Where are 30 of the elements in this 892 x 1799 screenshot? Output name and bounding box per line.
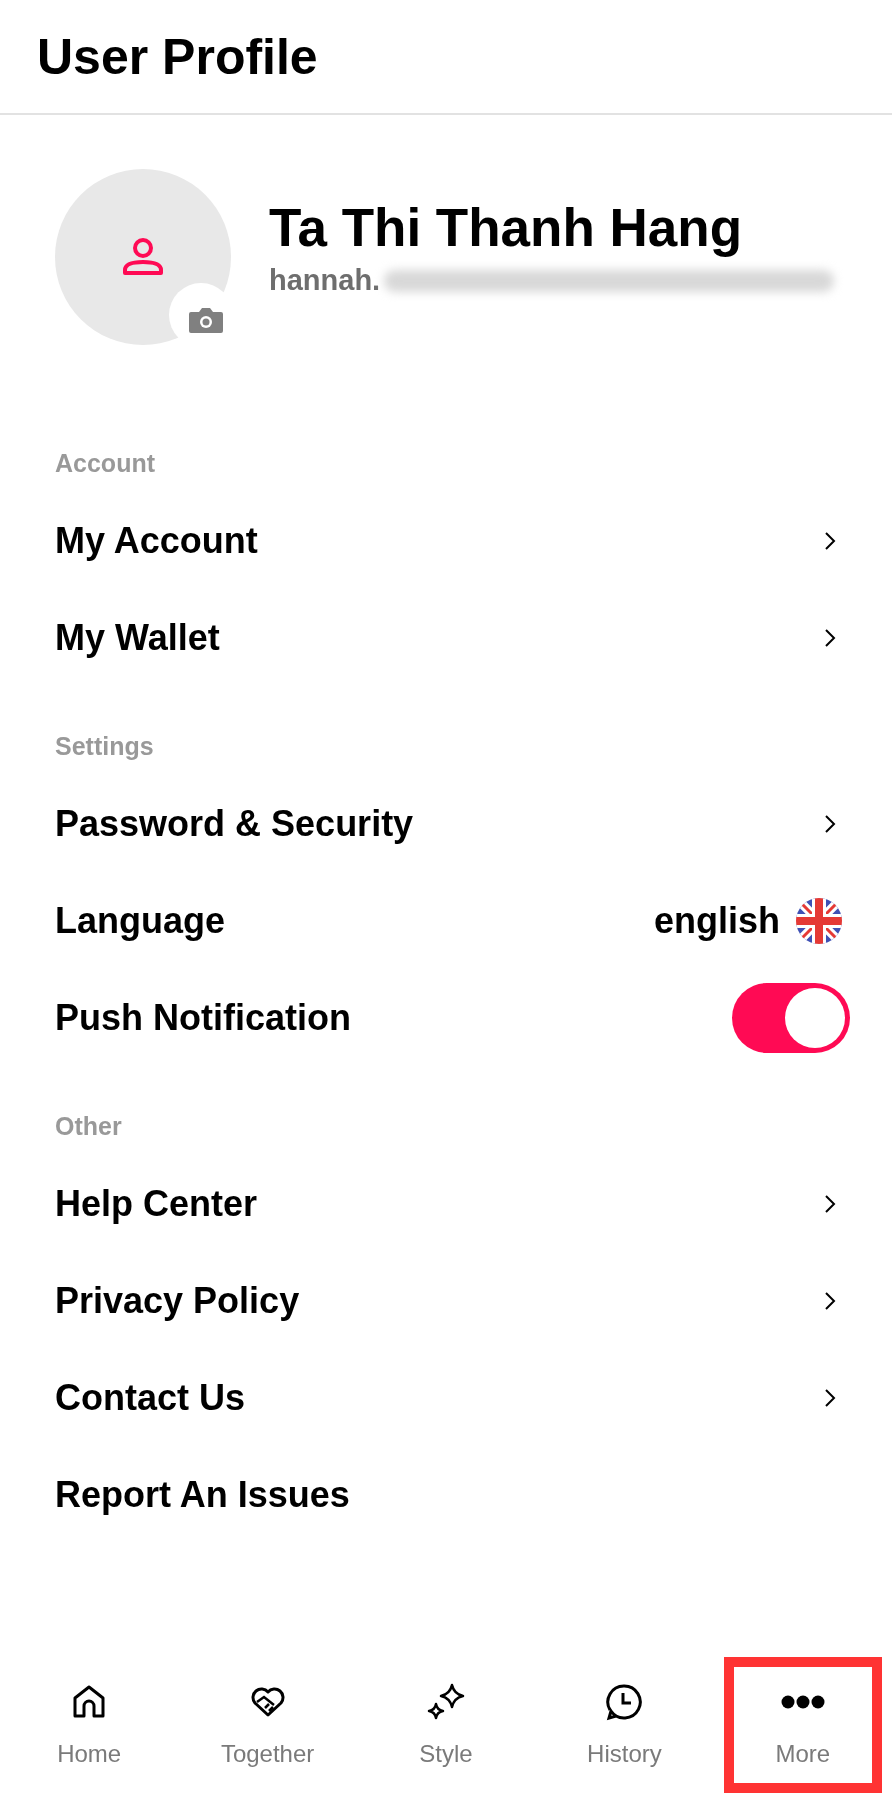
chevron-right-icon[interactable] (824, 1387, 836, 1408)
tab-item[interactable]: Style (366, 1657, 526, 1793)
menu-item[interactable]: Report An Issues (55, 1473, 350, 1516)
section-title: Settings (54, 732, 155, 761)
flag-icon (796, 897, 842, 944)
tab-item[interactable]: Together (188, 1657, 347, 1793)
menu-item[interactable]: My Wallet (55, 616, 220, 659)
tab-item[interactable]: History (545, 1657, 704, 1793)
clock-icon (604, 1682, 645, 1722)
menu-item[interactable]: My Account (55, 519, 258, 562)
chevron-right-icon[interactable] (824, 627, 836, 648)
chevron-right-icon[interactable] (824, 1290, 836, 1311)
menu-item[interactable]: Language (55, 899, 225, 942)
menu-item[interactable]: Contact Us (55, 1376, 246, 1419)
section-title: Other (54, 1112, 123, 1141)
camera-icon[interactable] (188, 305, 224, 335)
menu-item[interactable]: Password & Security (55, 802, 414, 845)
language-value[interactable]: english (653, 899, 780, 942)
chevron-right-icon[interactable] (824, 813, 836, 834)
menu-item[interactable]: Help Center (55, 1182, 258, 1225)
chevron-right-icon[interactable] (824, 1193, 836, 1214)
menu-item[interactable]: Push Notification (55, 996, 351, 1039)
user-email: hannah. (269, 264, 381, 297)
tab-item[interactable]: More (723, 1657, 882, 1793)
page-title: User Profile (37, 27, 318, 86)
chevron-right-icon[interactable] (824, 530, 836, 551)
user-name: Ta Thi Thanh Hang (269, 197, 744, 258)
section-title: Account (54, 449, 156, 478)
tab-item[interactable]: Home (10, 1657, 169, 1793)
menu-item[interactable]: Privacy Policy (55, 1279, 300, 1322)
